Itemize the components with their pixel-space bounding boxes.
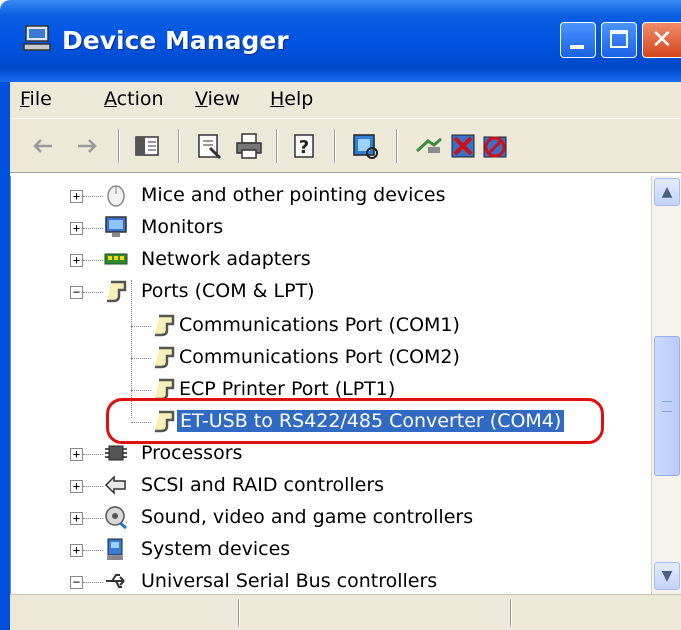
mouse-icon: [107, 185, 125, 207]
sound-icon: [105, 506, 127, 530]
port-icon: [107, 280, 127, 303]
scsi-icon: [104, 475, 126, 495]
scroll-down-button[interactable]: ▼: [654, 562, 680, 590]
svg-text:?: ?: [299, 137, 309, 158]
expand-button[interactable]: +: [70, 222, 83, 235]
close-button[interactable]: ✕: [642, 22, 681, 58]
collapse-button[interactable]: −: [70, 576, 83, 589]
status-bar: [10, 594, 681, 630]
tree-node-network-adapters[interactable]: + Network adapters: [11, 244, 651, 276]
menu-file[interactable]: File: [20, 88, 52, 110]
device-manager-icon: [23, 25, 51, 51]
monitor-icon: [105, 216, 127, 237]
window-border: [0, 82, 10, 630]
properties-icon[interactable]: [194, 131, 224, 161]
system-device-icon: [107, 538, 123, 560]
minimize-button[interactable]: [560, 22, 596, 58]
tree-node-mice[interactable]: + Mice and other pointing devices: [11, 180, 651, 212]
window-title: Device Manager: [62, 26, 289, 55]
back-icon[interactable]: [28, 131, 58, 161]
toolbar-separator: [118, 129, 120, 163]
tree-connector: [83, 454, 103, 456]
disable-icon[interactable]: [480, 131, 510, 161]
expand-button[interactable]: +: [70, 254, 83, 267]
scrollbar-thumb[interactable]: [654, 336, 680, 476]
status-panel-divider: [510, 599, 512, 627]
status-panel-divider: [238, 599, 240, 627]
menu-view[interactable]: View: [195, 88, 240, 110]
tree-node-label: Ports (COM & LPT): [141, 280, 315, 302]
toolbar-separator: [276, 129, 278, 163]
collapse-button[interactable]: −: [70, 286, 83, 299]
update-driver-icon[interactable]: [414, 131, 444, 161]
tree-node-label: Communications Port (COM2): [179, 346, 460, 368]
usb-icon: [106, 574, 125, 588]
title-bar[interactable]: Device Manager ✕: [0, 0, 681, 82]
tree-connector: [83, 518, 103, 520]
tree-connector: [83, 550, 103, 552]
tree-connector: [131, 358, 151, 360]
network-adapter-icon: [104, 253, 128, 265]
toolbar-separator: [334, 129, 336, 163]
chevron-up-icon: ▲: [661, 184, 673, 200]
port-icon: [155, 346, 175, 369]
uninstall-icon[interactable]: [448, 131, 478, 161]
show-hide-tree-icon[interactable]: [132, 131, 162, 161]
tree-node-system-devices[interactable]: + System devices: [11, 534, 651, 566]
tree-node-com2[interactable]: Communications Port (COM2): [11, 342, 651, 374]
toolbar-separator: [178, 129, 180, 163]
device-manager-window: Device Manager ✕ File Action View Help ?…: [0, 0, 681, 630]
tree-connector: [83, 486, 103, 488]
tree-connector: [83, 582, 103, 584]
expand-button[interactable]: +: [70, 512, 83, 525]
menu-bar: File Action View Help: [10, 82, 681, 118]
help-icon[interactable]: ?: [290, 131, 320, 161]
vertical-scrollbar[interactable]: ▲ ▼: [651, 176, 681, 594]
minimize-icon: [570, 45, 584, 49]
tree-node-label: Sound, video and game controllers: [141, 506, 474, 528]
tree-node-scsi-raid[interactable]: + SCSI and RAID controllers: [11, 470, 651, 502]
tree-node-monitors[interactable]: + Monitors: [11, 212, 651, 244]
scroll-up-button[interactable]: ▲: [654, 178, 680, 206]
chevron-down-icon: ▼: [661, 568, 673, 584]
selection-highlight-annotation: [106, 398, 604, 444]
forward-icon[interactable]: [72, 131, 102, 161]
maximize-icon: [610, 30, 628, 48]
expand-button[interactable]: +: [70, 190, 83, 203]
tree-node-label: ECP Printer Port (LPT1): [179, 378, 396, 400]
tree-connector: [83, 228, 103, 230]
tree-node-label: System devices: [141, 538, 291, 560]
tree-connector: [83, 260, 103, 262]
tree-node-label: Mice and other pointing devices: [141, 184, 446, 206]
tree-node-label: Universal Serial Bus controllers: [141, 570, 438, 592]
tree-node-label: Monitors: [141, 216, 224, 238]
scan-hardware-icon[interactable]: [350, 131, 380, 161]
tree-connector: [83, 292, 103, 294]
tree-node-ports[interactable]: − Ports (COM & LPT): [11, 276, 651, 308]
menu-action[interactable]: Action: [104, 88, 164, 110]
tree-node-com1[interactable]: Communications Port (COM1): [11, 310, 651, 342]
port-icon: [155, 314, 175, 337]
expand-button[interactable]: +: [70, 544, 83, 557]
close-icon: ✕: [651, 25, 673, 55]
tree-connector: [131, 326, 151, 328]
print-icon[interactable]: [234, 131, 264, 161]
device-tree[interactable]: + Mice and other pointing devices + Moni…: [10, 176, 651, 594]
tree-node-label: Network adapters: [141, 248, 311, 270]
maximize-button[interactable]: [601, 22, 637, 58]
tree-node-sound-video[interactable]: + Sound, video and game controllers: [11, 502, 651, 534]
toolbar-separator: [396, 129, 398, 163]
tree-node-label: Communications Port (COM1): [179, 314, 460, 336]
toolbar: ?: [10, 118, 681, 173]
menu-help[interactable]: Help: [270, 88, 313, 110]
tree-node-label: Processors: [141, 442, 243, 464]
tree-connector: [83, 196, 103, 198]
tree-connector: [131, 390, 151, 392]
tree-node-usb-controllers[interactable]: − Universal Serial Bus controllers: [11, 566, 651, 594]
expand-button[interactable]: +: [70, 480, 83, 493]
grip-icon: [662, 401, 672, 412]
tree-node-label: SCSI and RAID controllers: [141, 474, 385, 496]
expand-button[interactable]: +: [70, 448, 83, 461]
